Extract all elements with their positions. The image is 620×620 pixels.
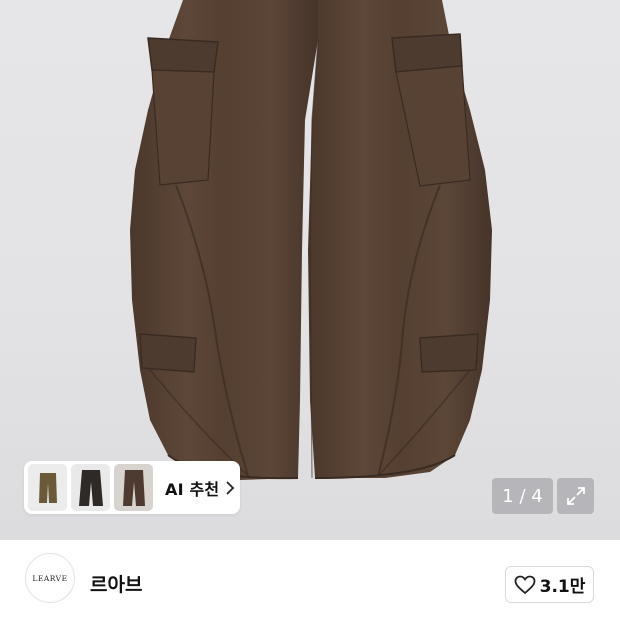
fullscreen-button[interactable] bbox=[557, 478, 594, 514]
shop-logo[interactable]: LEARVE bbox=[25, 553, 75, 603]
recommendation-thumbnail bbox=[114, 464, 153, 511]
product-image-carousel[interactable]: AI 추천 1 / 4 bbox=[0, 0, 620, 540]
chevron-right-icon bbox=[225, 480, 235, 495]
image-page-counter: 1 / 4 bbox=[492, 478, 553, 514]
heart-icon bbox=[514, 575, 536, 594]
pager-current: 1 bbox=[502, 485, 514, 507]
shop-logo-text: LEARVE bbox=[32, 573, 68, 583]
recommendation-thumbnail bbox=[28, 464, 67, 511]
shop-name[interactable]: 르아브 bbox=[90, 570, 142, 597]
pager-separator: / bbox=[513, 485, 532, 507]
product-image bbox=[130, 0, 492, 480]
like-button[interactable]: 3.1만 bbox=[505, 566, 594, 603]
ai-recommendation-label: AI 추천 bbox=[165, 479, 220, 499]
ai-recommendation-button[interactable]: AI 추천 bbox=[24, 461, 240, 514]
recommendation-thumbnail bbox=[71, 464, 110, 511]
expand-icon bbox=[566, 487, 585, 505]
like-count: 3.1만 bbox=[539, 577, 586, 597]
seller-bar: LEARVE 르아브 3.1만 bbox=[0, 540, 620, 620]
pager-total: 4 bbox=[531, 485, 543, 507]
